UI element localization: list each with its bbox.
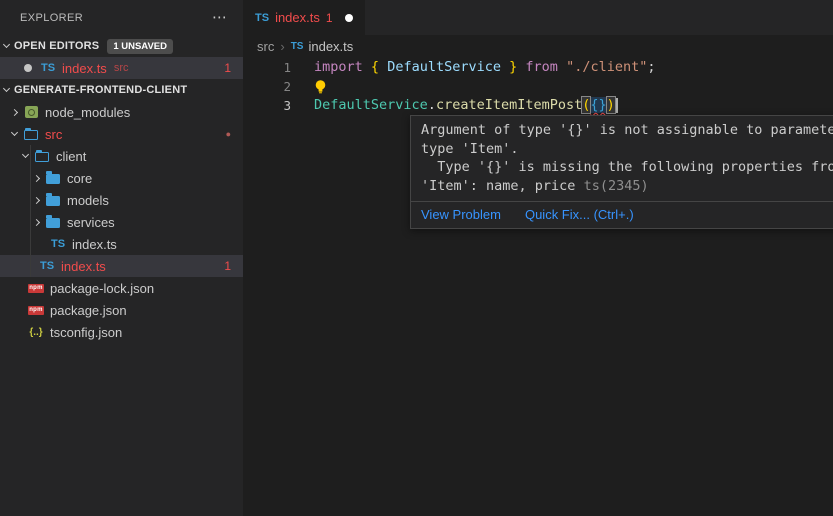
- folder-icon: [46, 174, 60, 184]
- quick-fix-link[interactable]: Quick Fix... (Ctrl+.): [525, 207, 634, 222]
- project-label: GENERATE-FRONTEND-CLIENT: [14, 84, 187, 96]
- error-count-badge: 1: [224, 61, 231, 75]
- tree-item-tsconfig-json[interactable]: {..} tsconfig.json: [0, 321, 243, 343]
- breadcrumb-separator-icon: ›: [280, 39, 284, 54]
- code-area[interactable]: 1 import { DefaultService } from "./clien…: [243, 57, 833, 115]
- chevron-down-icon: [11, 129, 18, 136]
- error-hover-tooltip: Argument of type '{}' is not assignable …: [410, 115, 833, 229]
- file-tree: node_modulessrc ● client core models services…: [0, 101, 243, 343]
- tree-item-client[interactable]: client: [0, 145, 243, 167]
- tree-item-label: index.ts: [61, 259, 106, 274]
- folder-icon: [46, 196, 60, 206]
- folder-icon: [46, 218, 60, 228]
- open-editors-section-header[interactable]: OPEN EDITORS 1 UNSAVED: [0, 35, 243, 57]
- tree-item-node-modules[interactable]: node_modules: [0, 101, 243, 123]
- tree-item-services[interactable]: services: [0, 211, 243, 233]
- modified-dot-icon: [24, 64, 32, 72]
- line-number: 2: [243, 77, 291, 96]
- text-cursor: [616, 98, 618, 113]
- typescript-icon: TS: [41, 62, 55, 74]
- error-message-line: type 'Item'.: [421, 140, 833, 159]
- chevron-down-icon: [22, 151, 29, 158]
- breadcrumb-folder[interactable]: src: [257, 39, 274, 54]
- tree-item-label: package-lock.json: [50, 281, 154, 296]
- tree-item-label: core: [67, 171, 92, 186]
- line-number: 3: [243, 96, 291, 115]
- open-editor-item-index-ts[interactable]: TS index.ts src 1: [0, 57, 243, 79]
- tree-item-label: models: [67, 193, 109, 208]
- code-line-3[interactable]: 3 DefaultService.createItemItemPost({}): [243, 96, 833, 115]
- code-line-1[interactable]: 1 import { DefaultService } from "./clien…: [243, 58, 833, 77]
- indent-guide: [30, 211, 31, 233]
- sidebar-header: EXPLORER ⋯: [0, 0, 243, 35]
- code-text: DefaultService.createItemItemPost({}): [314, 96, 618, 115]
- error-message: Argument of type '{}' is not assignable …: [411, 116, 833, 201]
- tree-item-src[interactable]: src ●: [0, 123, 243, 145]
- sidebar-title: EXPLORER: [20, 12, 83, 24]
- open-editors-label: OPEN EDITORS: [14, 40, 99, 52]
- typescript-icon: TS: [255, 12, 269, 24]
- code-text: import { DefaultService } from "./client…: [314, 58, 656, 77]
- json-config-icon: {..}: [29, 327, 42, 338]
- tab-filename: index.ts: [275, 10, 320, 25]
- diagnostic-code: ts(2345): [584, 178, 649, 194]
- indent-guide: [30, 233, 31, 255]
- typescript-icon: TS: [51, 238, 65, 250]
- explorer-sidebar: EXPLORER ⋯ OPEN EDITORS 1 UNSAVED TS ind…: [0, 0, 243, 516]
- node-modules-icon: [25, 106, 38, 118]
- error-message-line: Argument of type '{}' is not assignable …: [421, 121, 833, 140]
- indent-guide: [30, 167, 31, 189]
- error-count-badge: 1: [224, 259, 231, 273]
- typescript-icon: TS: [291, 41, 304, 52]
- error-decoration-dot: ●: [226, 129, 231, 139]
- npm-icon: npm: [28, 284, 44, 293]
- hover-actions: View Problem Quick Fix... (Ctrl+.): [411, 201, 833, 228]
- open-editor-filename: index.ts: [62, 61, 107, 76]
- breadcrumb-file[interactable]: index.ts: [308, 39, 353, 54]
- chevron-right-icon: [11, 108, 18, 115]
- folder-open-icon: [35, 152, 49, 162]
- more-actions-icon[interactable]: ⋯: [212, 10, 227, 25]
- unsaved-badge: 1 UNSAVED: [107, 39, 173, 54]
- line-number: 1: [243, 58, 291, 77]
- tree-item-label: services: [67, 215, 115, 230]
- tree-item-core[interactable]: core: [0, 167, 243, 189]
- tree-item-label: package.json: [50, 303, 127, 318]
- typescript-icon: TS: [40, 260, 54, 272]
- chevron-right-icon: [33, 196, 40, 203]
- view-problem-link[interactable]: View Problem: [421, 207, 501, 222]
- modified-dot-icon[interactable]: [345, 14, 353, 22]
- tree-item-label: index.ts: [72, 237, 117, 252]
- editor-group: TS index.ts 1 src › TS index.ts 1 import …: [243, 0, 833, 516]
- chevron-right-icon: [33, 218, 40, 225]
- lightbulb-icon[interactable]: [314, 79, 327, 95]
- tree-item-label: src: [45, 127, 62, 142]
- code-text: [314, 77, 327, 96]
- chevron-right-icon: [33, 174, 40, 181]
- npm-icon: npm: [28, 306, 44, 315]
- tab-error-count: 1: [326, 11, 333, 25]
- project-section-header[interactable]: GENERATE-FRONTEND-CLIENT: [0, 79, 243, 101]
- tree-item-package-lock-json[interactable]: npm package-lock.json: [0, 277, 243, 299]
- code-line-2[interactable]: 2: [243, 77, 833, 96]
- breadcrumb: src › TS index.ts: [243, 35, 833, 57]
- chevron-down-icon: [3, 41, 10, 48]
- tab-index-ts[interactable]: TS index.ts 1: [243, 0, 365, 35]
- indent-guide: [30, 189, 31, 211]
- tree-item-label: node_modules: [45, 105, 130, 120]
- indent-guide: [30, 145, 31, 167]
- tree-item-label: tsconfig.json: [50, 325, 122, 340]
- tree-item-package-json[interactable]: npm package.json: [0, 299, 243, 321]
- folder-open-icon: [24, 130, 38, 140]
- tab-bar: TS index.ts 1: [243, 0, 833, 35]
- error-message-line: Type '{}' is missing the following prope…: [421, 158, 833, 177]
- tree-item-index-ts[interactable]: TS index.ts: [0, 233, 243, 255]
- chevron-down-icon: [3, 85, 10, 92]
- tree-item-label: client: [56, 149, 86, 164]
- open-editor-description: src: [114, 62, 129, 74]
- tree-item-models[interactable]: models: [0, 189, 243, 211]
- tree-item-index-ts[interactable]: TS index.ts 1: [0, 255, 243, 277]
- indent-guide: [30, 255, 31, 277]
- error-message-line: 'Item': name, price ts(2345): [421, 177, 833, 196]
